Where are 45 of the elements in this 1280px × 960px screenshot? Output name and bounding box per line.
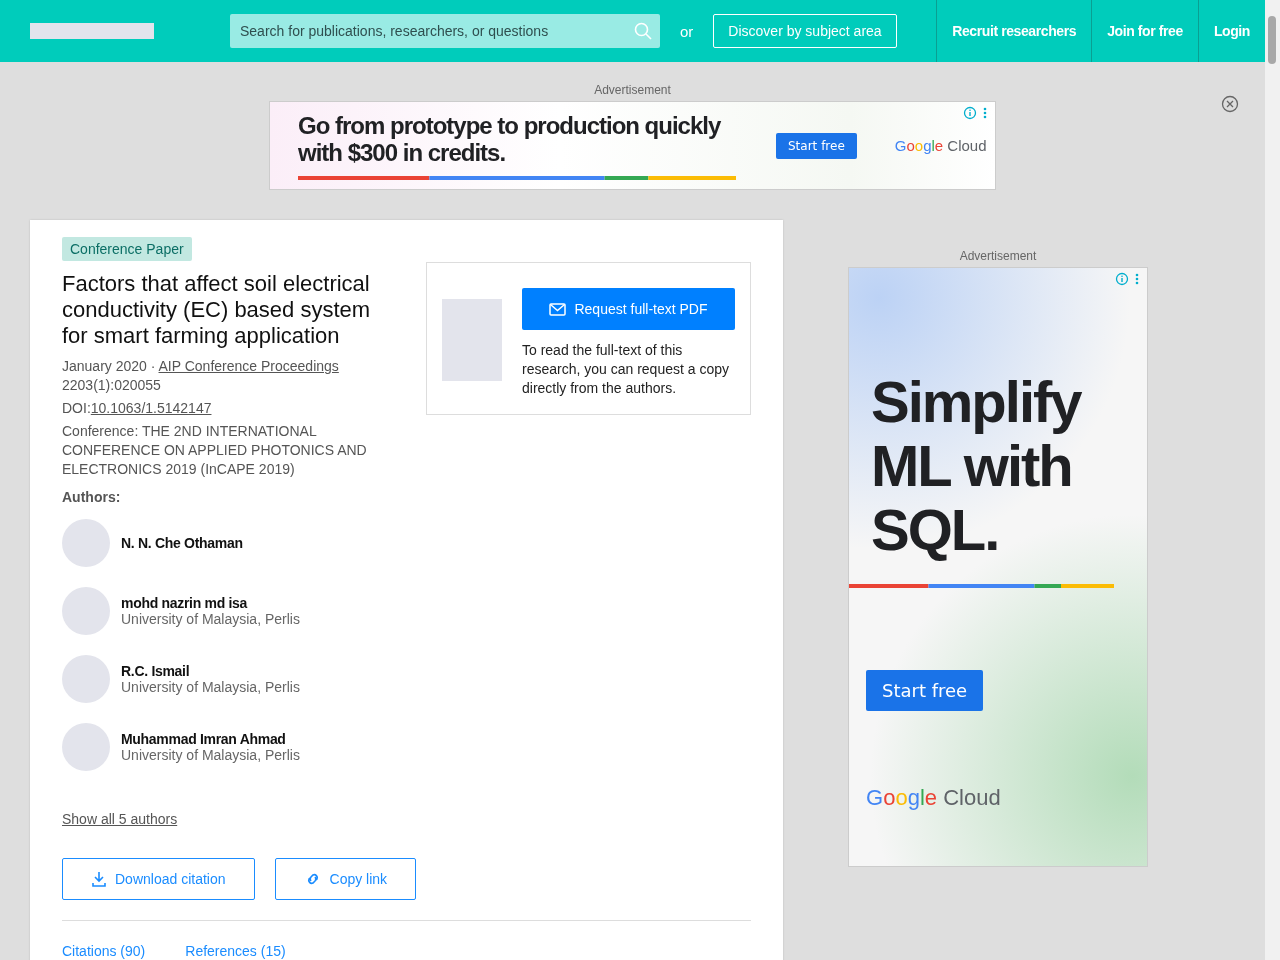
request-pdf-button[interactable]: Request full-text PDF [522, 288, 735, 330]
author-avatar[interactable] [62, 587, 110, 635]
section-tab[interactable]: References (15) [185, 943, 286, 959]
start-free-button[interactable]: Start free [866, 670, 984, 711]
or-label: or [680, 22, 694, 40]
author-name[interactable]: R.C. Ismail [121, 663, 300, 679]
ad-label: Advertisement [594, 83, 671, 97]
author-name[interactable]: N. N. Che Othaman [121, 535, 243, 551]
start-free-button[interactable]: Start free [776, 132, 857, 159]
author-name[interactable]: Muhammad Imran Ahmad [121, 731, 300, 747]
publication-title: Factors that affect soil electrical conductivity (EC) based system for smart farming application [62, 271, 372, 349]
publication-date: January 2020 · [62, 358, 157, 374]
google-cloud-logo: Google Cloud [866, 785, 1002, 811]
author-avatar[interactable] [62, 723, 110, 771]
logo-placeholder[interactable] [30, 23, 154, 39]
authors-heading: Authors: [62, 489, 122, 505]
doi-link[interactable]: 10.1063/1.5142147 [90, 400, 212, 416]
download-icon [91, 871, 107, 887]
conference-info: Conference: THE 2ND INTERNATIONAL CONFERENCE ON APPLIED PHOTONICS AND ELECTRONICS 2019 (InCAPE 2019) [62, 422, 368, 479]
close-icon[interactable] [1221, 95, 1239, 113]
google-cloud-logo: Google Cloud [894, 137, 987, 154]
author-affiliation: University of Malaysia, Perlis [121, 747, 300, 763]
search-field[interactable]: Search for publications, researchers, or questions [230, 14, 660, 48]
banner-ad[interactable]: Go from prototype to production quickly with $300 in credits. Start free Google Cloud [269, 101, 996, 190]
side-ad[interactable]: Simplify ML with SQL. Start free Google Cloud [848, 267, 1148, 867]
ad-headline: Simplify ML with SQL. [871, 370, 1083, 562]
author-affiliation: University of Malaysia, Perlis [121, 611, 300, 627]
copy-link-button[interactable]: Copy link [274, 858, 417, 900]
search-icon[interactable] [634, 22, 652, 40]
ad-headline: Go from prototype to production quickly with $300 in credits. [298, 111, 722, 166]
ad-label: Advertisement [959, 249, 1037, 263]
download-citation-button[interactable]: Download citation [62, 858, 255, 900]
show-all-authors-link[interactable]: Show all 5 authors [62, 811, 178, 827]
mail-icon [549, 302, 567, 316]
section-tab[interactable]: Citations (90) [62, 943, 146, 959]
author-avatar[interactable] [62, 655, 110, 703]
author-affiliation: University of Malaysia, Perlis [121, 679, 300, 695]
type-badge: Conference Paper [62, 237, 192, 261]
doi-label: DOI: [62, 400, 91, 416]
author-avatar[interactable] [62, 519, 110, 567]
journal-link[interactable]: AIP Conference Proceedings [158, 358, 339, 374]
scrollbar[interactable] [1265, 0, 1280, 960]
author-name[interactable]: mohd nazrin md isa [121, 595, 300, 611]
issue-number: 2203(1):020055 [62, 377, 161, 393]
request-description: To read the full-text of this research, you can request a copy directly from the authors. [522, 341, 730, 398]
